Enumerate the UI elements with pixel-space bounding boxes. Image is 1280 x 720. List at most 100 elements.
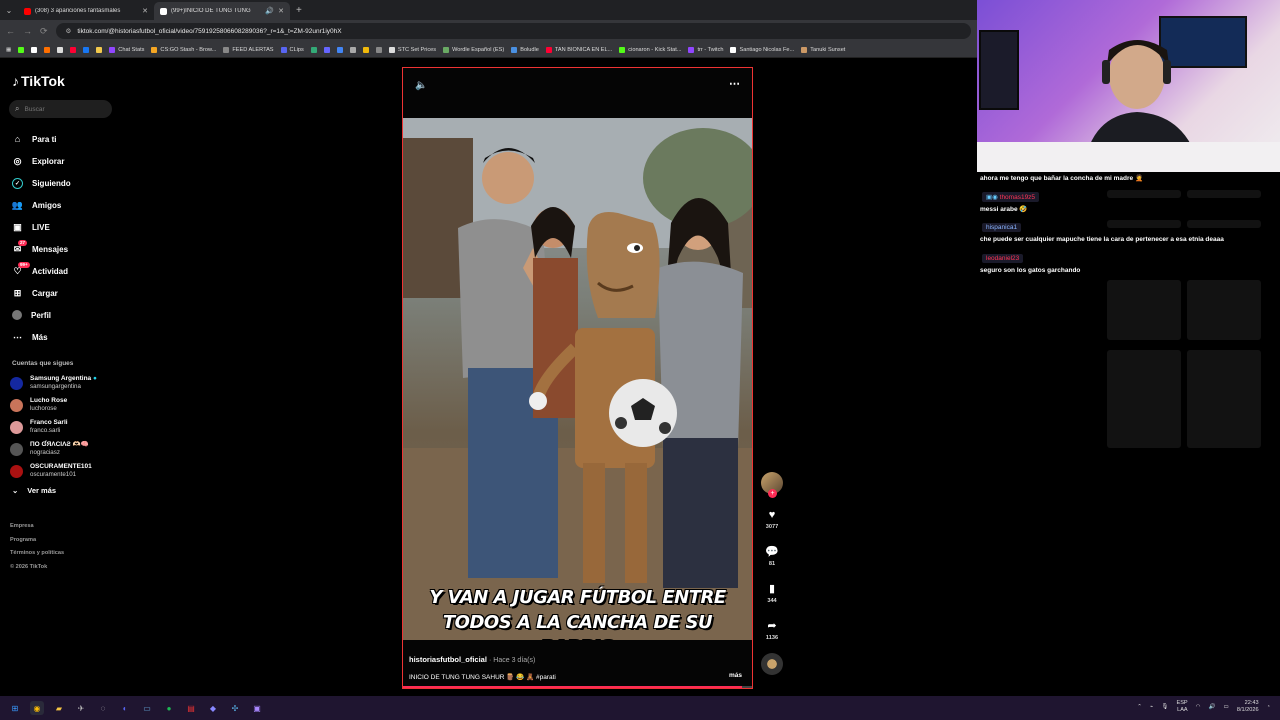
follow-plus-icon[interactable]: + xyxy=(768,489,777,498)
bookmark-kick-stats[interactable]: cionaron - Kick Stat... xyxy=(619,46,681,53)
share-button[interactable]: ➦ 1136 xyxy=(759,619,785,641)
folder-icon[interactable]: ▰ xyxy=(52,701,66,715)
more-options-icon[interactable]: ⋯ xyxy=(729,77,740,90)
save-button[interactable]: ▮ 344 xyxy=(759,582,785,604)
bookmark-icon[interactable] xyxy=(44,46,51,53)
footer-link-terminos[interactable]: Términos y políticas xyxy=(10,547,64,561)
url-input[interactable]: ⚙ tiktok.com/@historiasfutbol_oficial/vi… xyxy=(55,23,971,39)
more-description-button[interactable]: más xyxy=(729,672,742,679)
footer-link-empresa[interactable]: Empresa xyxy=(10,520,64,534)
apps-icon[interactable]: ▦ xyxy=(6,47,11,53)
wifi-icon[interactable]: ◠ xyxy=(1196,704,1201,710)
windows-start-icon[interactable]: ⊞ xyxy=(8,701,22,715)
browser-tab-1[interactable]: (308) 3 apariciones fantasmales ✕ xyxy=(18,2,154,20)
twitch-icon[interactable]: ▣ xyxy=(250,701,264,715)
bookmark-icon[interactable] xyxy=(349,46,356,53)
obs-icon[interactable]: ◌ xyxy=(96,701,110,715)
bookmark-icon[interactable] xyxy=(310,46,317,53)
chat-username[interactable]: hispanica1 xyxy=(982,223,1022,232)
creator-avatar[interactable]: + xyxy=(761,472,783,498)
forward-icon[interactable]: → xyxy=(23,26,32,36)
bookmark-santiago[interactable]: Santiago Nicolas Fe... xyxy=(730,46,794,53)
discord-icon[interactable]: ◐ xyxy=(118,701,132,715)
bookmark-boludle[interactable]: Boludle xyxy=(511,46,539,53)
nav-mensajes[interactable]: ✉ 27 Mensajes xyxy=(12,238,71,260)
speaker-icon[interactable]: 🔊 xyxy=(265,7,274,15)
reload-icon[interactable]: ⟳ xyxy=(40,26,48,37)
live-icon: ▣ xyxy=(13,221,22,232)
pin-icon[interactable]: ✈ xyxy=(74,701,88,715)
chrome-icon[interactable]: ◉ xyxy=(30,701,44,715)
video-progress-bar[interactable] xyxy=(403,686,752,688)
bookmark-label: Wordle Español (ES) xyxy=(452,46,505,53)
author-name[interactable]: historiasfutbol_oficial xyxy=(409,655,487,664)
battery-icon[interactable]: ▭ xyxy=(1224,704,1229,710)
window-icon[interactable]: ▭ xyxy=(140,701,154,715)
clock[interactable]: 22:43 8/1/2026 xyxy=(1237,700,1259,714)
following-item[interactable]: Franco Sarli franco.sarli xyxy=(10,416,97,438)
nav-actividad[interactable]: ♡ 99+ Actividad xyxy=(12,260,71,282)
bookmark-icon[interactable] xyxy=(336,46,343,53)
following-item[interactable]: OSCURAMENTE101 oscuramente101 xyxy=(10,460,97,482)
music-disc-icon[interactable] xyxy=(761,653,783,675)
bookmark-clips[interactable]: CLips xyxy=(280,46,304,53)
tab-search-icon[interactable]: ⌄ xyxy=(0,6,18,15)
following-item[interactable]: ПО ƓЯΛCIΛƧ 🫶🏻🧠 nograciasz xyxy=(10,438,97,460)
nav-cargar[interactable]: ⊞ Cargar xyxy=(12,282,71,304)
like-button[interactable]: ♥ 3077 xyxy=(759,509,785,530)
search-input[interactable] xyxy=(24,105,105,113)
bookmark-icon[interactable] xyxy=(375,46,382,53)
ver-mas-button[interactable]: ⌄ Ver más xyxy=(12,486,56,495)
comment-button[interactable]: 💬 81 xyxy=(759,545,785,567)
close-icon[interactable]: ✕ xyxy=(142,7,148,15)
bookmark-icon[interactable] xyxy=(57,46,64,53)
bookmark-stc-set-prices[interactable]: STC Set Prices xyxy=(388,46,436,53)
bookmark-twitch[interactable]: trr - Twitch xyxy=(688,46,723,53)
bookmark-feed-alertas[interactable]: FEED ALERTAS xyxy=(223,46,274,53)
bookmark-icon[interactable] xyxy=(83,46,90,53)
grid-app-icon[interactable]: ✣ xyxy=(228,701,242,715)
bookmark-icon[interactable] xyxy=(362,46,369,53)
bookmark-icon[interactable] xyxy=(18,46,25,53)
nav-live[interactable]: ▣ LIVE xyxy=(12,216,71,238)
volume-icon[interactable]: 🔈 xyxy=(415,80,427,91)
bookmark-csgo-stash[interactable]: CS:GO Stash - Brow... xyxy=(151,46,216,53)
search-box[interactable]: ⌕ xyxy=(9,100,112,118)
tiktok-logo[interactable]: ♪ TikTok xyxy=(12,73,65,89)
vpn-icon[interactable]: ◆ xyxy=(206,701,220,715)
network-icon[interactable]: ⌁ xyxy=(1150,704,1153,710)
volume-tray-icon[interactable]: 🔊 xyxy=(1209,704,1216,710)
mic-icon[interactable]: 🎙 xyxy=(1161,704,1168,710)
bookmark-wordle[interactable]: Wordle Español (ES) xyxy=(443,46,505,53)
language-indicator[interactable]: ESP LAA xyxy=(1176,700,1187,714)
nav-perfil[interactable]: Perfil xyxy=(12,304,71,326)
nav-amigos[interactable]: 👥 Amigos xyxy=(12,194,71,216)
site-info-icon[interactable]: ⚙ xyxy=(66,27,72,35)
spotify-icon[interactable]: ● xyxy=(162,701,176,715)
nav-mas[interactable]: ⋯ Más xyxy=(12,326,71,348)
video-frame[interactable]: Y VAN A JUGAR FÚTBOL ENTRE TODOS A LA CA… xyxy=(403,118,752,640)
bookmark-icon[interactable] xyxy=(323,46,330,53)
bookmark-tanuki[interactable]: Tanuki Sunset xyxy=(801,46,845,53)
bookmark-chat-stats[interactable]: Chat Stats xyxy=(109,46,144,53)
browser-tab-2[interactable]: (99+)INICIO DE TUNG TUNG 🔊 ✕ xyxy=(154,2,290,20)
back-icon[interactable]: ← xyxy=(6,26,15,36)
new-tab-icon[interactable]: + xyxy=(296,5,302,16)
close-icon[interactable]: ✕ xyxy=(278,7,284,15)
video-player[interactable]: 🔈 ⋯ Y VAN A JUGAR FÚTBOL ENTRE TODOS A L… xyxy=(402,67,753,689)
chat-username[interactable]: leodaniel23 xyxy=(982,254,1024,263)
bookmark-icon[interactable] xyxy=(96,46,103,53)
nav-explorar[interactable]: ◎ Explorar xyxy=(12,150,71,172)
footer-link-programa[interactable]: Programa xyxy=(10,534,64,548)
bookmark-icon[interactable] xyxy=(70,46,77,53)
chat-username[interactable]: ▣◉ thomas19z5 xyxy=(982,192,1040,202)
app-icon[interactable]: ▤ xyxy=(184,701,198,715)
chevron-up-icon[interactable]: ⌃ xyxy=(1137,704,1142,710)
following-item[interactable]: Lucho Rose luchorose xyxy=(10,394,97,416)
notifications-icon[interactable]: ◔ xyxy=(1267,704,1270,710)
following-item[interactable]: Samsung Argentina ● samsungargentina xyxy=(10,372,97,394)
bookmark-icon[interactable] xyxy=(31,46,38,53)
bookmark-tan-bionica[interactable]: TAN BIONICA EN EL... xyxy=(545,46,612,53)
nav-siguiendo[interactable]: ✓ Siguiendo xyxy=(12,172,71,194)
nav-para-ti[interactable]: ⌂ Para ti xyxy=(12,128,71,150)
